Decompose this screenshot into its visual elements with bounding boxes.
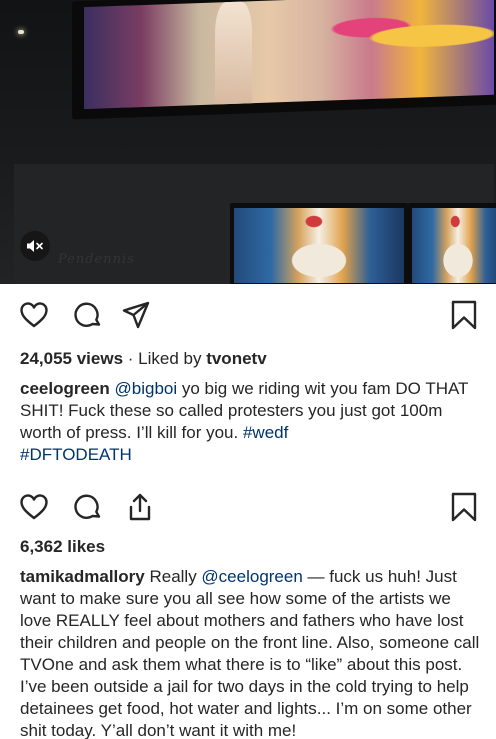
comment-icon (74, 494, 101, 519)
caption-text: Really (144, 567, 202, 586)
heart-icon (20, 494, 48, 520)
small-tv-screen-right (408, 203, 496, 284)
wall-sign-text: Pendennis (58, 252, 135, 267)
caption-username[interactable]: ceelogreen (20, 379, 110, 398)
comment-icon (74, 302, 101, 327)
post2-action-bar (0, 492, 496, 532)
hashtag-link[interactable]: #DFTODEATH (20, 445, 132, 464)
liked-by-username[interactable]: tvonetv (206, 349, 266, 368)
small-tv-screen-left (230, 203, 408, 284)
bookmark-icon (451, 300, 477, 330)
share-icon (122, 301, 150, 329)
mute-button[interactable] (20, 231, 50, 261)
caption-mention[interactable]: @bigboi (115, 379, 178, 398)
hashtag-link[interactable]: #wedf (243, 423, 288, 442)
post-video[interactable]: Pendennis (0, 0, 496, 284)
like-button[interactable] (19, 300, 49, 330)
main-tv-screen (72, 0, 496, 120)
bookmark-button[interactable] (449, 492, 479, 522)
view-count: 24,055 views (20, 349, 124, 368)
liked-by-label: Liked by (138, 349, 207, 368)
post1-caption: ceelogreen @bigboi yo big we riding wit … (20, 378, 482, 466)
share-button[interactable] (121, 300, 151, 330)
share-button[interactable] (125, 492, 155, 522)
like-button[interactable] (19, 492, 49, 522)
ceiling-light (18, 30, 24, 34)
like-count[interactable]: 6,362 likes (20, 537, 105, 556)
comment-button[interactable] (73, 492, 103, 522)
caption-mention[interactable]: @ceelogreen (201, 567, 302, 586)
post1-view-count: 24,055 views · Liked by tvonetv (20, 349, 267, 369)
post1-action-bar (0, 300, 496, 340)
post2-caption: tamikadmallory Really @ceelogreen — fuck… (20, 566, 482, 739)
heart-icon (20, 302, 48, 328)
post2-like-count: 6,362 likes (20, 537, 105, 557)
bookmark-button[interactable] (449, 300, 479, 330)
speaker-muted-icon (27, 240, 43, 252)
caption-username[interactable]: tamikadmallory (20, 567, 145, 586)
share-upload-icon (129, 493, 151, 521)
caption-text: — fuck us huh! Just want to make sure yo… (20, 567, 480, 739)
bookmark-icon (451, 492, 477, 522)
dot-separator: · (123, 349, 139, 368)
comment-button[interactable] (73, 300, 103, 330)
